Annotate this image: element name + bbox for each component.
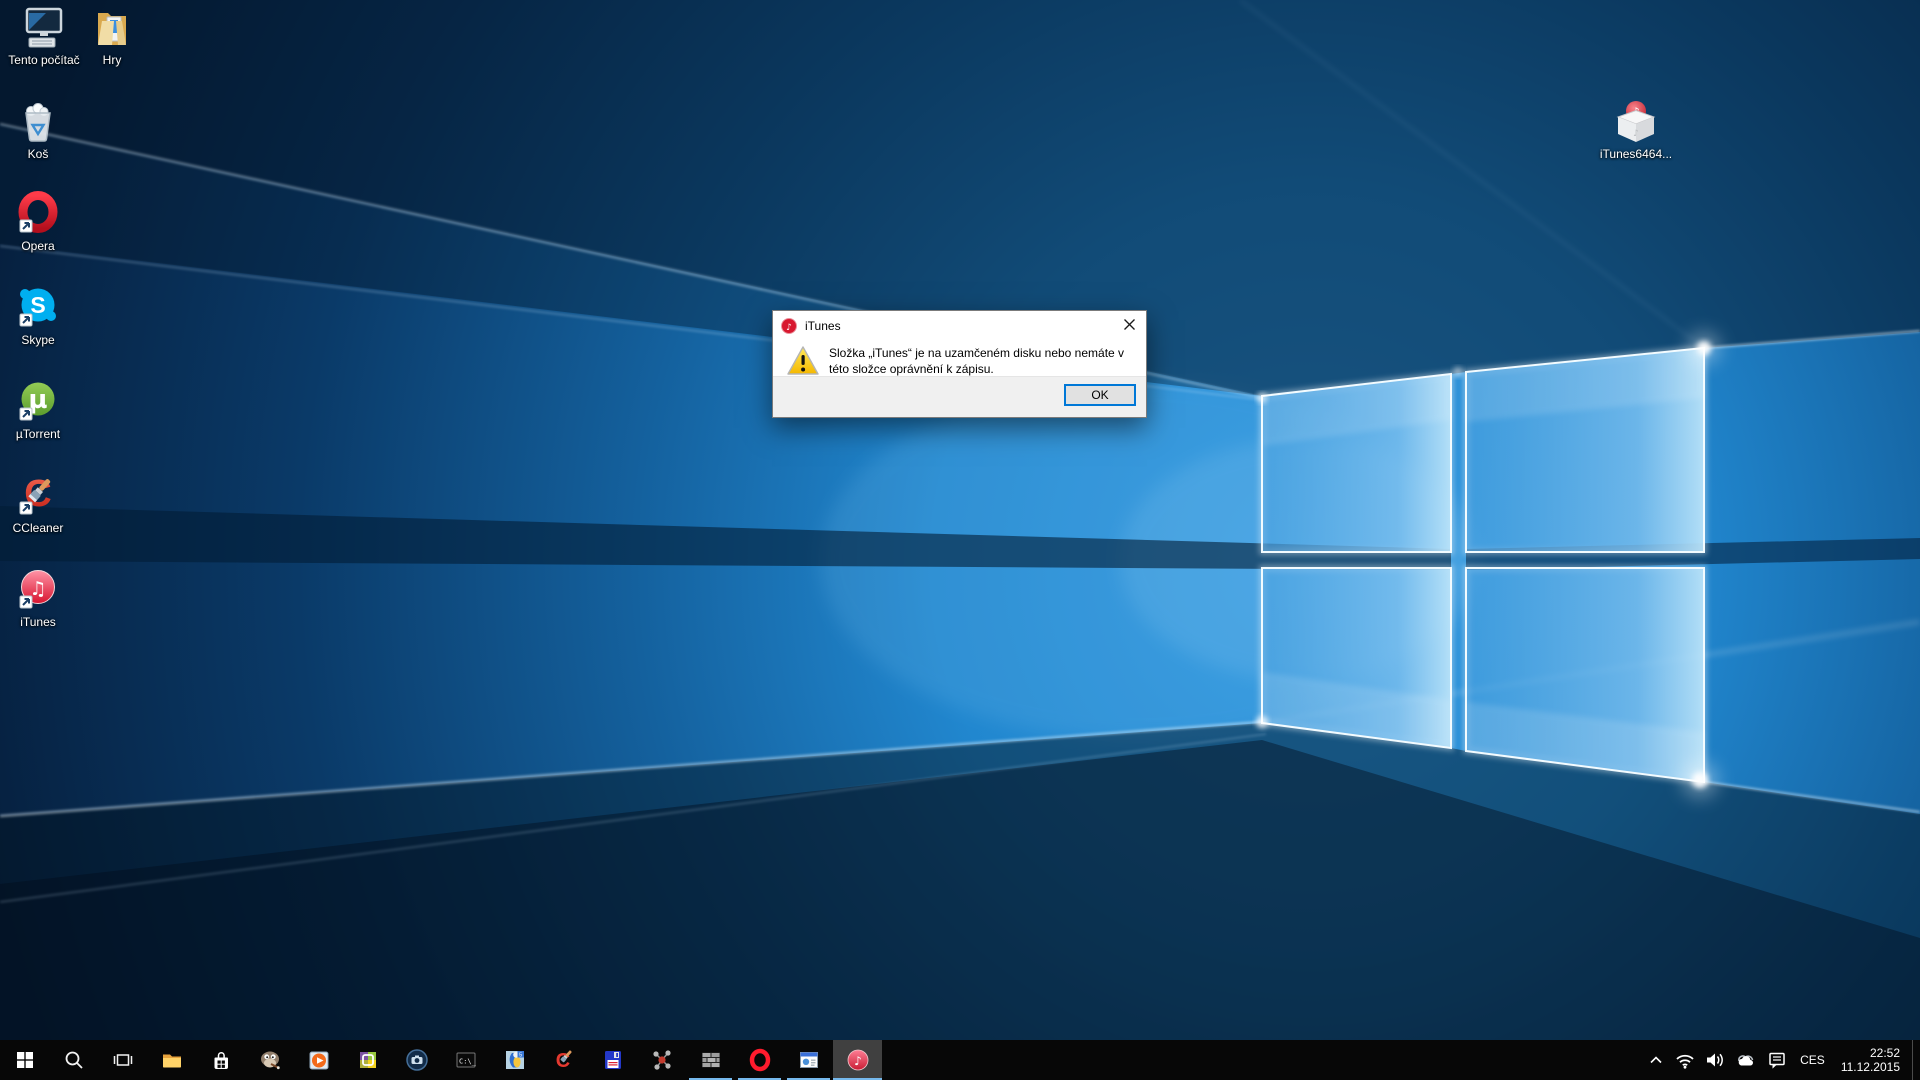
dialog-title: iTunes <box>805 319 841 333</box>
desktop-icon-label: CCleaner <box>0 521 81 535</box>
itunes-installer-icon: ♪ ♪ <box>1608 96 1664 146</box>
taskbar-windows-store[interactable] <box>196 1040 245 1080</box>
media-player-play-icon <box>307 1048 331 1072</box>
command-prompt-icon: C:\_ <box>454 1048 478 1072</box>
taskbar-molecule-app[interactable] <box>637 1040 686 1080</box>
taskbar-opera[interactable] <box>735 1040 784 1080</box>
taskbar-file-explorer[interactable] <box>147 1040 196 1080</box>
desktop-icon-ccleaner[interactable]: C CCleaner <box>0 472 81 535</box>
opera-icon <box>14 190 62 238</box>
taskbar-bricks-app[interactable] <box>686 1040 735 1080</box>
itunes-icon: ♫ <box>14 566 62 614</box>
file-explorer-icon <box>160 1048 184 1072</box>
svg-text:5: 5 <box>519 1052 522 1058</box>
taskbar-photo-viewer[interactable]: 5 <box>490 1040 539 1080</box>
desktop: Tento počítač Hry Koš <box>0 0 1920 1080</box>
brick-wall-icon <box>699 1048 723 1072</box>
molecule-icon <box>650 1048 674 1072</box>
desktop-icon-opera[interactable]: Opera <box>0 190 81 253</box>
ccleaner-icon: C <box>552 1048 576 1072</box>
cloud-icon <box>1735 1052 1757 1068</box>
itunes-dialog-icon: ♪ <box>781 318 797 334</box>
close-button[interactable] <box>1112 311 1146 338</box>
utorrent-icon: µ <box>14 378 62 426</box>
taskbar-floppy-app[interactable] <box>588 1040 637 1080</box>
taskbar-camera-app[interactable] <box>392 1040 441 1080</box>
recycle-bin-icon <box>14 98 62 146</box>
gimp-wilber-icon <box>258 1048 282 1072</box>
taskbar-itunes[interactable]: ♪ <box>833 1040 882 1080</box>
desktop-icon-label: iTunes <box>0 615 81 629</box>
itunes-message-dialog: ♪ iTunes Složka „iTunes“ je na uzamčeném… <box>772 310 1147 418</box>
taskbar-presentation-app[interactable] <box>784 1040 833 1080</box>
task-view-button[interactable] <box>98 1040 147 1080</box>
clock-time: 22:52 <box>1841 1046 1900 1060</box>
task-view-icon <box>111 1048 135 1072</box>
taskbar-command-prompt[interactable]: C:\_ <box>441 1040 490 1080</box>
taskbar-ccleaner[interactable]: C <box>539 1040 588 1080</box>
close-icon <box>1124 319 1135 330</box>
ccleaner-icon: C <box>14 472 62 520</box>
desktop-icon-utorrent[interactable]: µ µTorrent <box>0 378 81 441</box>
taskbar-search-button[interactable] <box>49 1040 98 1080</box>
svg-text:♪: ♪ <box>854 1054 862 1068</box>
taskbar-media-player[interactable] <box>294 1040 343 1080</box>
wallpaper-windows-hero <box>0 0 1920 1080</box>
tray-network[interactable] <box>1670 1040 1700 1080</box>
itunes-icon: ♪ <box>845 1047 871 1073</box>
store-bag-icon <box>209 1048 233 1072</box>
camera-circle-icon <box>405 1048 429 1072</box>
floppy-disk-icon <box>601 1048 625 1072</box>
tray-onedrive[interactable] <box>1730 1040 1762 1080</box>
desktop-icon-label: µTorrent <box>0 427 81 441</box>
chevron-up-icon <box>1647 1053 1665 1067</box>
wifi-icon <box>1675 1051 1695 1069</box>
dialog-footer: OK <box>773 376 1146 417</box>
action-center-icon <box>1767 1051 1787 1069</box>
desktop-icon-games-folder[interactable]: Hry <box>69 4 155 67</box>
taskbar-gimp[interactable] <box>245 1040 294 1080</box>
this-pc-icon <box>20 4 68 52</box>
opera-icon <box>748 1048 772 1072</box>
tray-volume[interactable] <box>1700 1040 1730 1080</box>
color-grid-icon <box>356 1048 380 1072</box>
tray-action-center[interactable] <box>1762 1040 1792 1080</box>
svg-text:♪: ♪ <box>1633 129 1639 139</box>
desktop-icon-itunes-installer[interactable]: ♪ ♪ iTunes6464... <box>1593 96 1679 161</box>
system-tray: CES 22:52 11.12.2015 <box>1642 1040 1920 1080</box>
speaker-icon <box>1705 1051 1725 1069</box>
warning-icon <box>786 345 820 377</box>
tray-language-indicator[interactable]: CES <box>1792 1040 1833 1080</box>
search-icon <box>62 1048 86 1072</box>
parrot-photo-icon: 5 <box>503 1048 527 1072</box>
show-desktop-button[interactable] <box>1912 1040 1920 1080</box>
svg-text:♪: ♪ <box>786 323 792 333</box>
skype-icon: S <box>14 284 62 332</box>
presentation-doc-icon <box>797 1048 821 1072</box>
desktop-icon-skype[interactable]: S Skype <box>0 284 81 347</box>
dialog-message: Složka „iTunes“ je na uzamčeném disku ne… <box>829 345 1143 377</box>
svg-text:S: S <box>30 292 45 318</box>
taskbar-screen-capture-app[interactable] <box>343 1040 392 1080</box>
desktop-icon-recycle-bin[interactable]: Koš <box>0 98 81 161</box>
tray-show-hidden-icons[interactable] <box>1642 1040 1670 1080</box>
folder-icon <box>88 4 136 52</box>
desktop-icon-label: Koš <box>0 147 81 161</box>
start-button[interactable] <box>0 1040 49 1080</box>
language-label: CES <box>1800 1053 1825 1067</box>
clock-date: 11.12.2015 <box>1841 1060 1900 1074</box>
ok-button[interactable]: OK <box>1064 384 1136 406</box>
svg-text:C:\_: C:\_ <box>459 1058 477 1066</box>
tray-clock[interactable]: 22:52 11.12.2015 <box>1833 1040 1908 1080</box>
desktop-icon-label: Opera <box>0 239 81 253</box>
desktop-icon-itunes[interactable]: ♫ iTunes <box>0 566 81 629</box>
desktop-icon-label: Skype <box>0 333 81 347</box>
desktop-icon-label: Hry <box>69 53 155 67</box>
desktop-icon-label: iTunes6464... <box>1593 147 1679 161</box>
dialog-titlebar[interactable]: ♪ iTunes <box>773 311 1146 341</box>
taskbar: C:\_ 5 C <box>0 1040 1920 1080</box>
windows-start-icon <box>13 1048 37 1072</box>
